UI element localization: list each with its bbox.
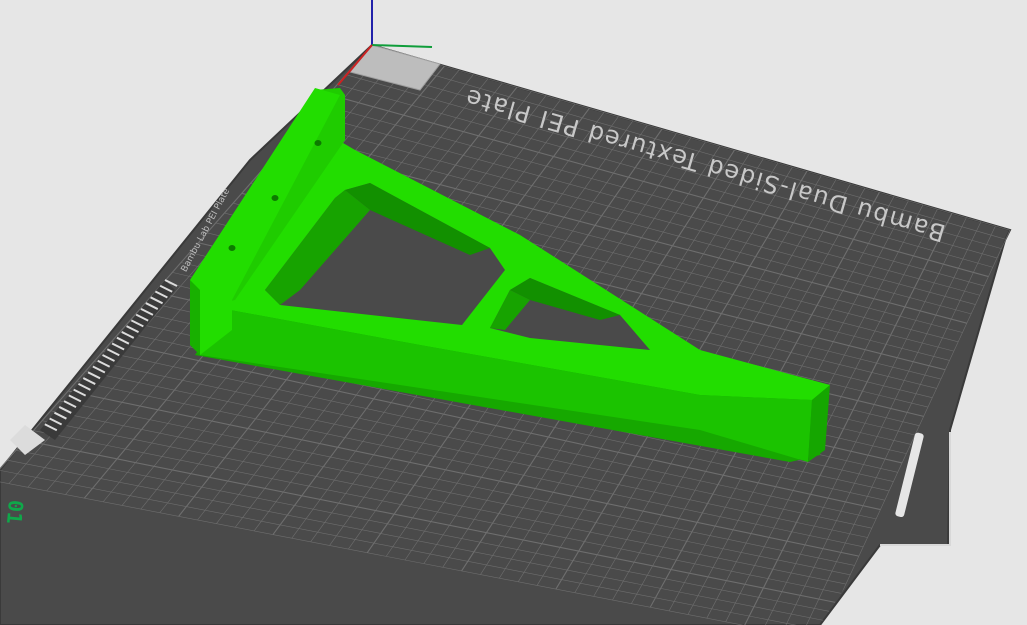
- bracket-mount-plate-edge: [190, 280, 200, 355]
- 3d-viewport[interactable]: Bambu Dual-Sided Textured PEI Plate Bamb…: [0, 0, 1027, 625]
- plate-number-label: 01: [2, 499, 28, 525]
- mount-hole-1: [314, 140, 322, 146]
- plate-number-text: 01: [2, 499, 28, 525]
- mount-hole-3: [228, 245, 236, 251]
- mount-hole-2: [271, 195, 279, 201]
- 3d-scene[interactable]: Bambu Dual-Sided Textured PEI Plate Bamb…: [0, 0, 1027, 625]
